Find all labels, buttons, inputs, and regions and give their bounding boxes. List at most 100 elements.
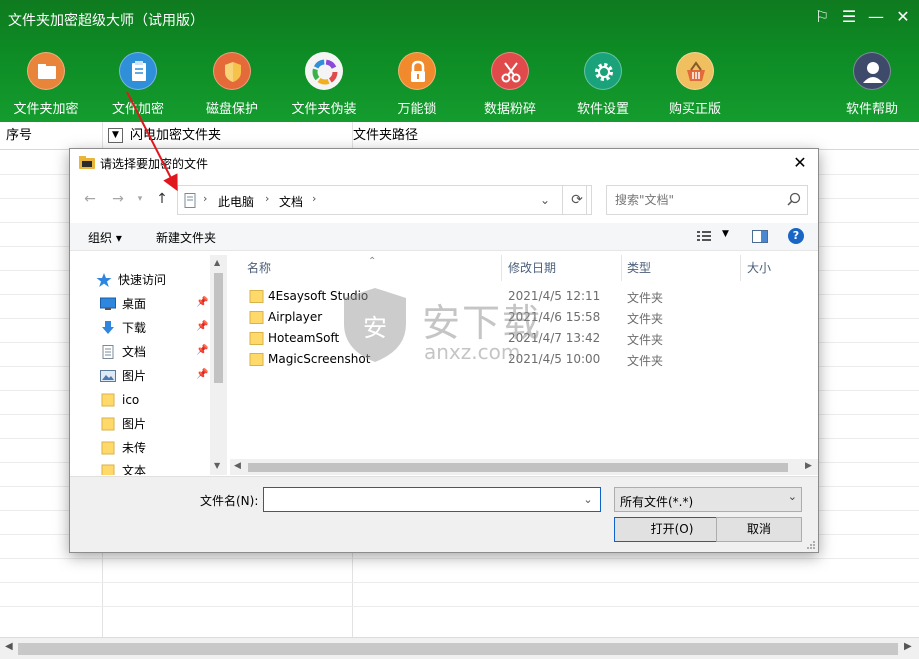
column-index[interactable]: 序号: [6, 122, 32, 150]
tool-file-encrypt[interactable]: 文件加密: [92, 50, 184, 117]
new-folder-button[interactable]: 新建文件夹: [156, 229, 216, 246]
scroll-thumb[interactable]: [18, 643, 898, 655]
nav-item-quick-access[interactable]: 快速访问: [96, 269, 166, 291]
tool-settings[interactable]: 软件设置: [557, 50, 649, 117]
filename-combobox[interactable]: ⌄: [263, 487, 601, 512]
file-row[interactable]: HoteamSoft 2021/4/7 13:42 文件夹: [230, 328, 810, 349]
tool-folder-encrypt[interactable]: 文件夹加密: [0, 50, 92, 117]
dialog-close-button[interactable]: ✕: [790, 153, 810, 173]
nav-item-desktop[interactable]: 桌面: [100, 293, 146, 315]
column-date[interactable]: 修改日期: [508, 255, 556, 281]
scroll-up-icon[interactable]: ▲: [214, 258, 220, 267]
app-header: 文件夹加密超级大师（试用版） ⚐ ☰ — ✕ 文件夹加密 文件加密 磁盘保护 文…: [0, 0, 919, 122]
column-divider[interactable]: [501, 255, 502, 281]
nav-item-pictures[interactable]: 图片: [100, 365, 146, 387]
column-divider[interactable]: [621, 255, 622, 281]
scroll-left-icon[interactable]: ◀: [5, 641, 13, 652]
column-type[interactable]: 类型: [627, 255, 651, 281]
tool-help[interactable]: 软件帮助: [826, 50, 918, 117]
tool-universal-lock[interactable]: 万能锁: [371, 50, 463, 117]
minimize-button[interactable]: —: [865, 6, 887, 28]
pin-icon: 📌: [196, 345, 209, 356]
menu-button[interactable]: ☰: [838, 6, 860, 28]
breadcrumb-this-pc[interactable]: 此电脑: [218, 193, 254, 210]
dialog-titlebar: 请选择要加密的文件 ✕: [70, 149, 818, 177]
computer-icon: [184, 193, 196, 208]
star-icon: [96, 272, 112, 287]
view-options-icon[interactable]: [697, 230, 713, 243]
tool-data-shred[interactable]: 数据粉碎: [464, 50, 556, 117]
tool-disk-protect[interactable]: 磁盘保护: [186, 50, 278, 117]
address-dropdown-icon[interactable]: ⌄: [532, 186, 558, 214]
scroll-left-icon[interactable]: ◀: [234, 461, 241, 471]
color-wheel-icon: [305, 52, 343, 90]
column-folder[interactable]: 闪电加密文件夹: [130, 122, 221, 150]
chevron-down-icon[interactable]: ⌄: [578, 488, 598, 511]
address-bar[interactable]: › 此电脑 › 文档 › ⌄: [177, 185, 587, 215]
table-header: 序号 ▼ 闪电加密文件夹 文件夹路径: [0, 122, 919, 150]
file-row[interactable]: Airplayer 2021/4/6 15:58 文件夹: [230, 307, 810, 328]
back-arrow-icon[interactable]: ←: [80, 189, 100, 209]
nav-item-label: 下载: [122, 321, 147, 335]
column-size[interactable]: 大小: [747, 255, 771, 281]
search-input[interactable]: [607, 186, 782, 214]
file-row[interactable]: MagicScreenshot 2021/4/5 10:00 文件夹: [230, 349, 810, 370]
row-divider: [0, 606, 919, 607]
select-all-checkbox-icon[interactable]: ▼: [108, 128, 123, 143]
column-path[interactable]: 文件夹路径: [353, 122, 418, 150]
filetype-select[interactable]: 所有文件(*.*) ⌄: [614, 487, 802, 512]
file-date: 2021/4/7 13:42: [508, 331, 601, 345]
main-horizontal-scrollbar[interactable]: ◀ ▶: [0, 637, 919, 659]
sort-ascending-icon: ⌃: [368, 256, 377, 267]
close-button[interactable]: ✕: [892, 6, 914, 28]
nav-item-folder[interactable]: 未传: [100, 437, 146, 459]
file-name: HoteamSoft: [268, 331, 340, 345]
history-dropdown-icon[interactable]: ▾: [130, 189, 150, 209]
view-dropdown-icon[interactable]: ▼: [722, 229, 729, 239]
column-divider[interactable]: [740, 255, 741, 281]
filename-input[interactable]: [264, 488, 576, 511]
pictures-icon: [100, 369, 116, 382]
resize-grip-icon[interactable]: [806, 540, 816, 550]
nav-vertical-scrollbar[interactable]: ▲ ▼: [210, 255, 227, 475]
search-field[interactable]: [606, 185, 808, 215]
scroll-right-icon[interactable]: ▶: [904, 641, 912, 652]
open-file-dialog: 请选择要加密的文件 ✕ ← → ▾ ↑ › 此电脑 › 文档 › ⌄ ⟳ 组织 …: [69, 148, 819, 553]
cancel-button[interactable]: 取消: [716, 517, 802, 542]
column-name[interactable]: 名称: [247, 255, 271, 281]
organize-button[interactable]: 组织 ▾: [88, 229, 122, 246]
scroll-thumb[interactable]: [214, 273, 223, 383]
up-arrow-icon[interactable]: ↑: [152, 189, 172, 209]
skin-button[interactable]: ⚐: [811, 6, 833, 28]
nav-item-label: 未传: [122, 441, 147, 455]
tool-folder-disguise[interactable]: 文件夹伪装: [278, 50, 370, 117]
open-button[interactable]: 打开(O): [614, 517, 730, 542]
file-date: 2021/4/5 12:11: [508, 289, 601, 303]
tool-buy[interactable]: 购买正版: [649, 50, 741, 117]
preview-pane-icon[interactable]: [752, 230, 768, 243]
forward-arrow-icon[interactable]: →: [108, 189, 128, 209]
user-icon: [853, 52, 891, 90]
nav-item-folder[interactable]: 文本: [100, 460, 146, 475]
search-icon[interactable]: [787, 192, 801, 206]
file-row[interactable]: 4Esaysoft Studio 2021/4/5 12:11 文件夹: [230, 286, 810, 307]
nav-item-folder[interactable]: ico: [100, 389, 139, 411]
nav-item-folder[interactable]: 图片: [100, 413, 146, 435]
scroll-thumb[interactable]: [248, 463, 788, 472]
file-horizontal-scrollbar[interactable]: ◀ ▶: [230, 459, 818, 475]
breadcrumb-documents[interactable]: 文档: [279, 193, 303, 210]
gear-icon: [584, 52, 622, 90]
help-icon[interactable]: ?: [788, 228, 804, 244]
scroll-down-icon[interactable]: ▼: [214, 461, 220, 470]
nav-item-downloads[interactable]: 下载: [100, 317, 146, 339]
nav-item-label: ico: [122, 393, 140, 407]
refresh-button[interactable]: ⟳: [562, 185, 592, 215]
folder-icon: [27, 52, 65, 90]
scissors-icon: [491, 52, 529, 90]
scroll-right-icon[interactable]: ▶: [805, 461, 812, 471]
folder-icon: [101, 417, 115, 430]
nav-item-label: 图片: [122, 417, 147, 431]
desktop-icon: [100, 297, 116, 310]
nav-item-label: 桌面: [122, 297, 147, 311]
nav-item-documents[interactable]: 文档: [100, 341, 146, 363]
